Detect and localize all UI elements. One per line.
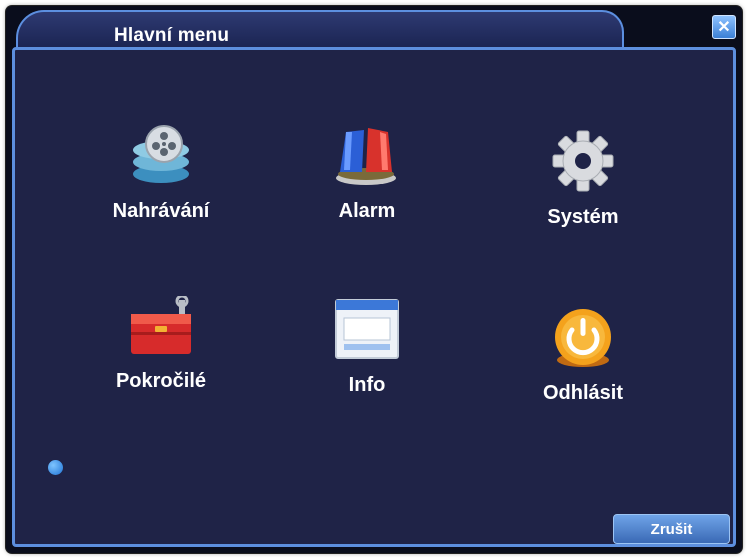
close-icon: ✕ (717, 19, 731, 36)
alarm-siren-icon (336, 128, 396, 185)
film-reel-icon (133, 125, 189, 183)
menu-label-record: Nahrávání (112, 200, 210, 222)
close-button[interactable]: ✕ (712, 15, 736, 39)
menu-label-alarm: Alarm (338, 200, 396, 222)
info-icon (48, 460, 63, 475)
menu-label-logout: Odhlásit (542, 382, 623, 404)
toolbox-icon (131, 296, 191, 354)
menu-label-info: Info (348, 374, 386, 396)
title-bar: Hlavní menu (16, 10, 624, 50)
menu-panel: Nahrávání Alarm Systém Pokročilé Info Od… (12, 47, 736, 547)
window-title: Hlavní menu (114, 25, 230, 46)
menu-label-advanced: Pokročilé (115, 370, 207, 392)
menu-item-info[interactable]: Info (277, 296, 457, 397)
menu-item-advanced[interactable]: Pokročilé (71, 296, 251, 393)
menu-item-logout[interactable]: Odhlásit (493, 304, 673, 405)
main-menu-window: Hlavní menu ✕ Nahrávání Alarm Systém Pok… (6, 6, 742, 553)
power-icon (555, 309, 611, 367)
cancel-button[interactable]: Zrušit (613, 514, 730, 544)
gear-icon (552, 130, 614, 192)
menu-item-system[interactable]: Systém (493, 128, 673, 229)
menu-item-record[interactable]: Nahrávání (71, 122, 251, 223)
menu-item-alarm[interactable]: Alarm (277, 122, 457, 223)
info-window-icon (335, 299, 399, 359)
menu-label-system: Systém (547, 206, 619, 228)
